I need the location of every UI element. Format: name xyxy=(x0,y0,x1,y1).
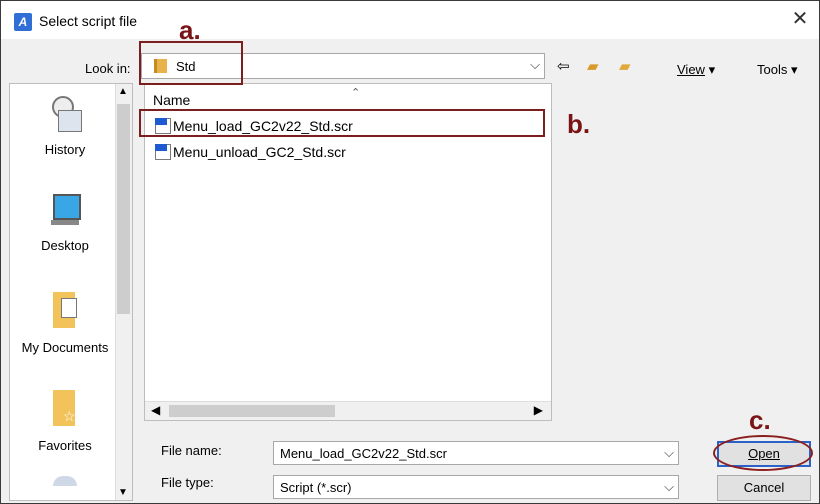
chevron-down-icon[interactable]: ⌵ xyxy=(664,445,674,461)
network-icon xyxy=(53,476,77,486)
app-icon: A xyxy=(14,13,32,31)
favorites-icon: ☆ xyxy=(51,390,79,428)
scroll-up-icon[interactable]: ▲ xyxy=(118,86,128,97)
cancel-button[interactable]: Cancel xyxy=(717,475,811,501)
place-more[interactable] xyxy=(10,476,120,486)
annotation-box-a xyxy=(139,41,243,85)
file-name-input[interactable]: Menu_load_GC2v22_Std.scr ⌵ xyxy=(273,441,679,465)
look-in-label: Look in: xyxy=(85,61,131,76)
annotation-b: b. xyxy=(567,109,591,139)
view-menu[interactable]: View ▾ xyxy=(677,62,715,78)
file-name: Menu_unload_GC2_Std.scr xyxy=(173,144,346,160)
history-icon xyxy=(50,96,82,132)
tools-menu[interactable]: Tools ▾ xyxy=(757,62,798,78)
file-type-label: File type: xyxy=(161,475,214,490)
chevron-down-icon[interactable]: ⌵ xyxy=(530,57,540,73)
title-bar: A Select script file ✕ xyxy=(1,1,819,39)
annotation-box-b xyxy=(139,109,545,137)
script-file-icon xyxy=(155,144,171,160)
new-folder-icon[interactable]: ▰ xyxy=(619,57,631,75)
place-history[interactable]: History xyxy=(10,96,120,157)
desktop-icon xyxy=(49,192,81,228)
place-my-documents[interactable]: My Documents xyxy=(10,292,120,355)
scroll-down-icon[interactable]: ▼ xyxy=(118,487,128,498)
sort-caret-icon: ⌃ xyxy=(351,87,361,99)
chevron-down-icon[interactable]: ⌵ xyxy=(664,479,674,495)
annotation-c: c. xyxy=(749,405,771,435)
places-bar: History Desktop My Documents ☆ Favorites xyxy=(9,83,133,501)
select-script-dialog: A Select script file ✕ Look in: Std ⌵ ⇦ … xyxy=(0,0,820,504)
file-type-select[interactable]: Script (*.scr) ⌵ xyxy=(273,475,679,499)
hscroll-thumb[interactable] xyxy=(169,405,335,417)
scroll-thumb[interactable] xyxy=(117,104,130,314)
documents-icon xyxy=(51,292,79,330)
scroll-left-icon[interactable]: ◀ xyxy=(151,403,160,417)
places-scrollbar[interactable]: ▲ ▼ xyxy=(115,84,132,500)
file-name-label: File name: xyxy=(161,443,222,458)
up-folder-icon[interactable]: ▰ xyxy=(587,57,599,75)
file-list-hscrollbar[interactable]: ◀ ▶ xyxy=(145,401,551,420)
column-header-name[interactable]: Name xyxy=(153,92,190,108)
place-desktop[interactable]: Desktop xyxy=(10,192,120,253)
scroll-right-icon[interactable]: ▶ xyxy=(534,403,543,417)
annotation-ellipse-c xyxy=(713,435,813,471)
dialog-title: Select script file xyxy=(39,13,138,29)
place-favorites[interactable]: ☆ Favorites xyxy=(10,390,120,453)
back-icon[interactable]: ⇦ xyxy=(557,57,570,75)
close-icon[interactable]: ✕ xyxy=(787,7,813,33)
